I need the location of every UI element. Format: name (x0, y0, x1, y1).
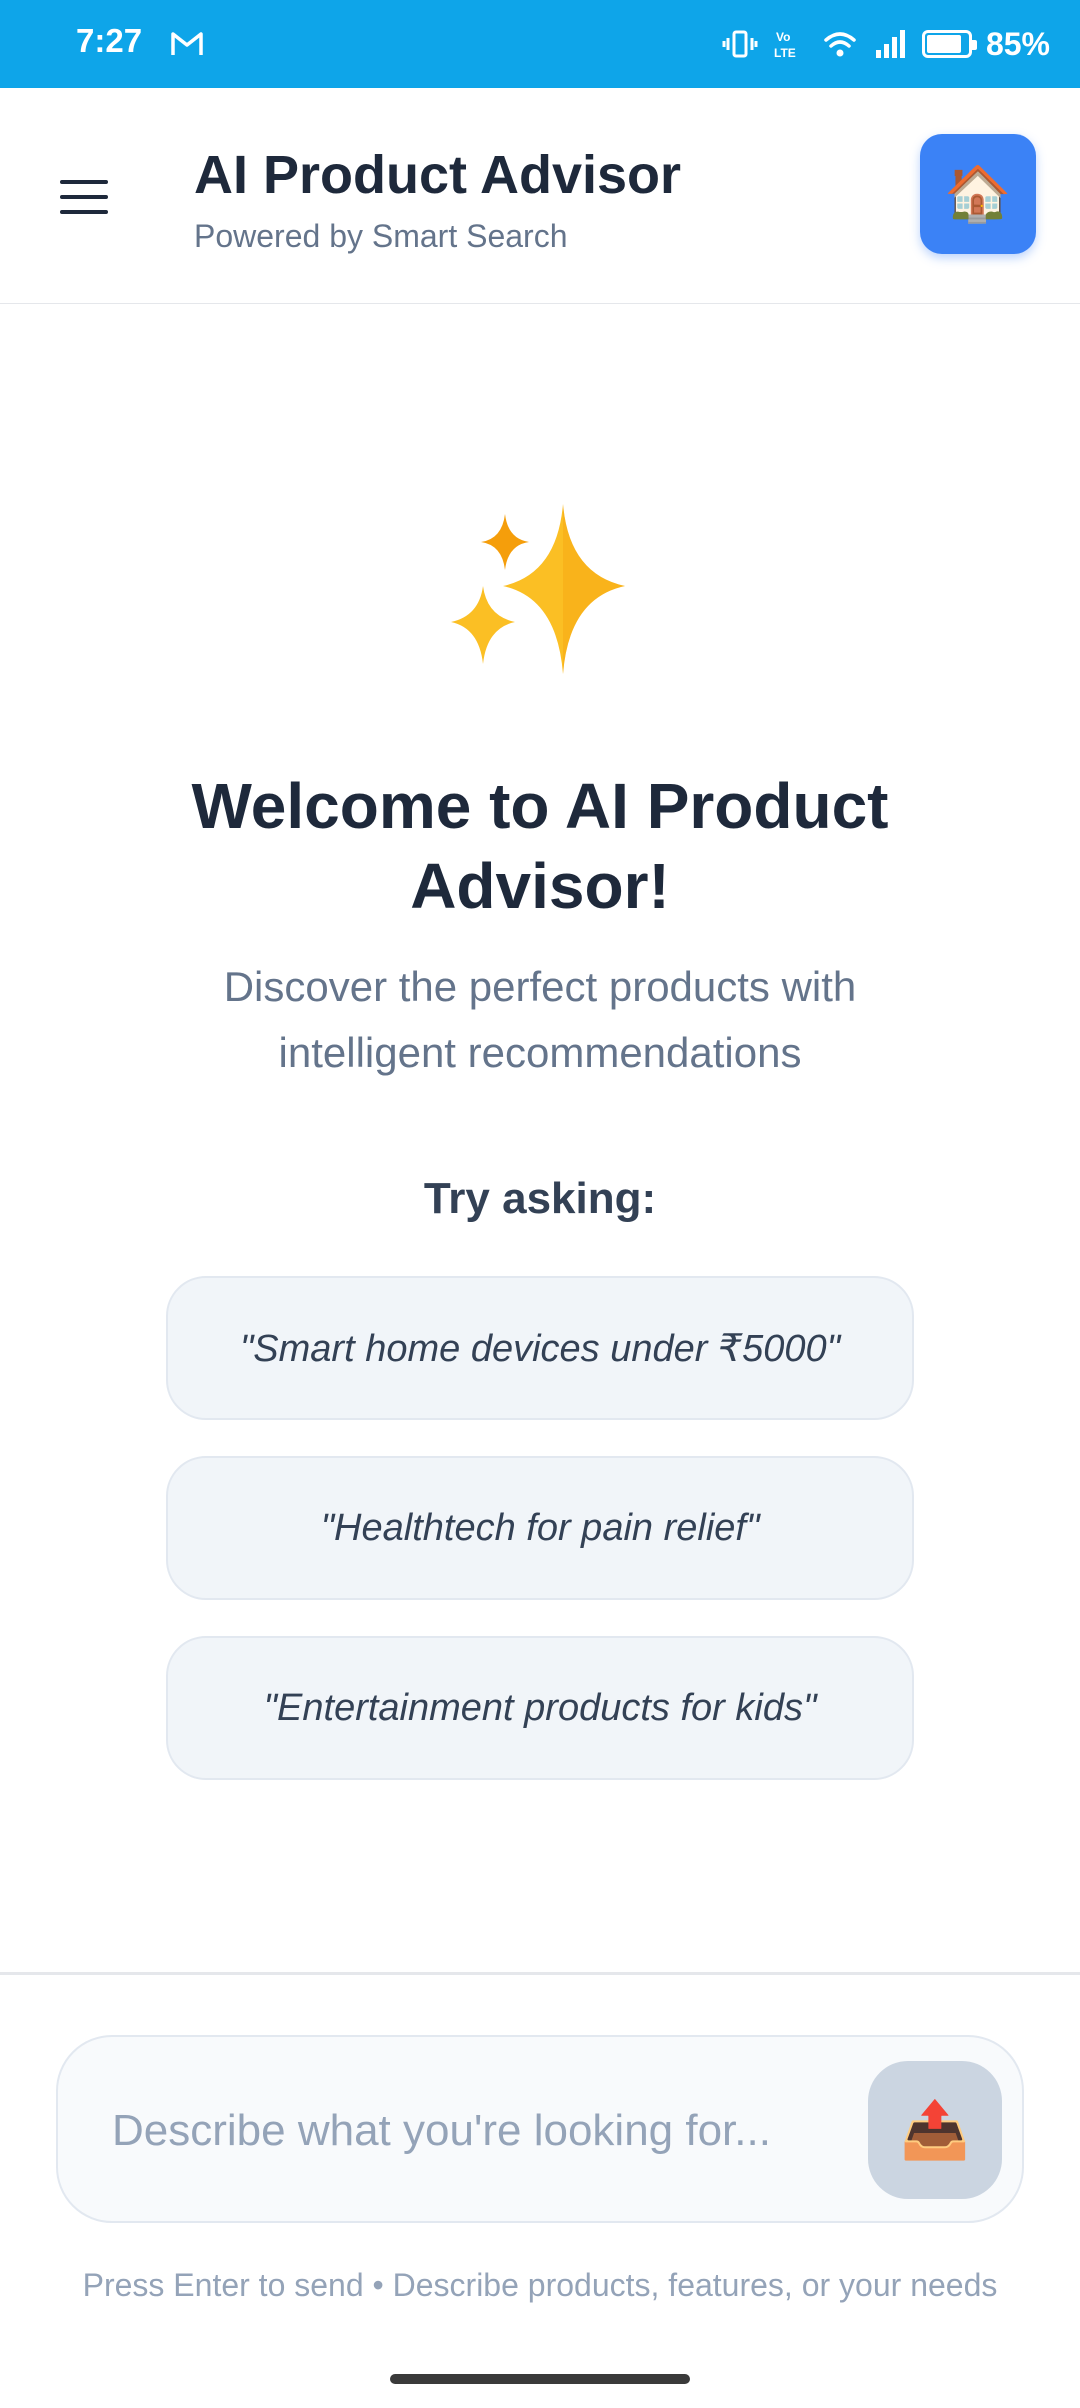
battery-icon (921, 30, 977, 58)
suggestion-chip[interactable]: "Entertainment products for kids" (166, 1636, 914, 1780)
try-asking-label: Try asking: (423, 1174, 657, 1223)
welcome-panel: Welcome to AI Product Advisor! Discover … (0, 304, 1080, 1974)
app-header: AI Product Advisor Powered by Smart Sear… (0, 88, 1080, 304)
welcome-heading: Welcome to AI Product Advisor! (191, 770, 889, 922)
battery-percent: 85% (985, 25, 1050, 62)
volte-icon: Vo LTE (774, 30, 796, 60)
message-input[interactable] (112, 2081, 872, 2181)
hamburger-menu-icon[interactable] (60, 166, 122, 228)
page-title: AI Product Advisor (194, 145, 682, 205)
svg-text:LTE: LTE (774, 46, 796, 60)
outbox-tray-icon: 📤 (900, 2098, 970, 2161)
status-time: 7:27 (76, 22, 143, 59)
home-gesture-handle[interactable] (390, 2374, 690, 2384)
message-input-container: 📤 (56, 2035, 1024, 2223)
welcome-description: Discover the perfect products with intel… (223, 963, 857, 1076)
gmail-icon (171, 32, 203, 55)
composer-hint: Press Enter to send • Describe products,… (82, 2267, 998, 2303)
svg-text:Vo: Vo (776, 30, 790, 44)
send-button[interactable]: 📤 (868, 2061, 1002, 2199)
signal-icon (875, 30, 905, 58)
chat-composer: 📤 Press Enter to send • Describe product… (0, 1972, 1080, 2342)
sparkles-icon (451, 504, 625, 674)
status-icons: Vo LTE 85% (722, 22, 1050, 66)
suggestion-chip[interactable]: "Healthtech for pain relief" (166, 1456, 914, 1600)
wifi-icon (824, 32, 856, 57)
house-icon: 🏠 (944, 163, 1012, 224)
page-subtitle: Powered by Smart Search (194, 218, 568, 254)
vibrate-icon (722, 30, 758, 58)
system-nav-bar (0, 2342, 1080, 2408)
home-button[interactable]: 🏠 (920, 134, 1036, 254)
status-bar: 7:27 Vo LTE 85% (0, 0, 1080, 88)
suggestion-chip[interactable]: "Smart home devices under ₹5000" (166, 1276, 914, 1420)
